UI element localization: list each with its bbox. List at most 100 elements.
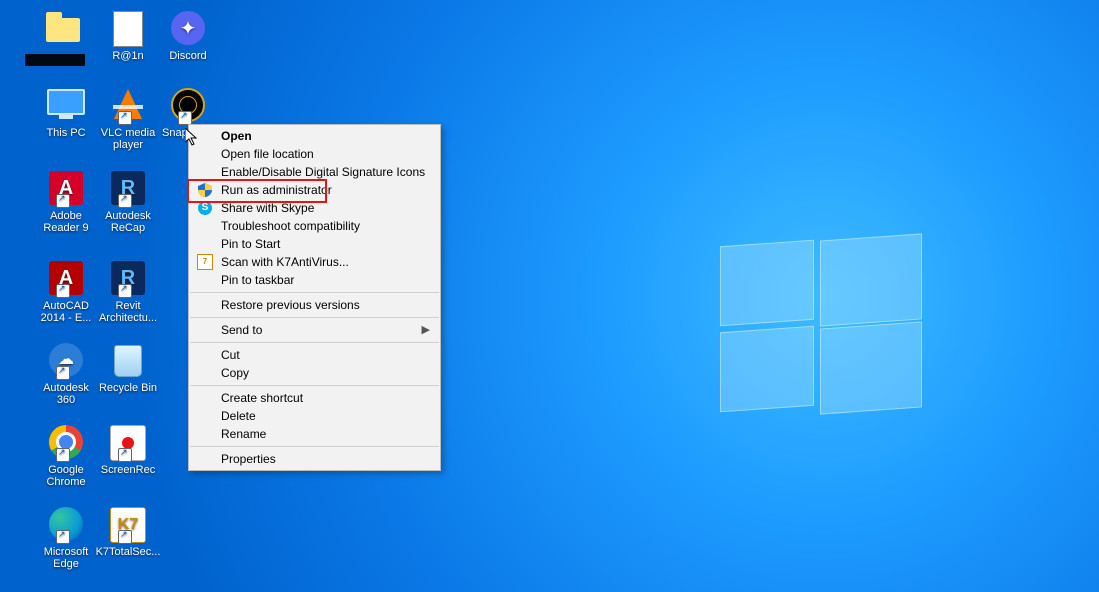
menu-item-copy[interactable]: Copy <box>189 364 440 382</box>
menu-item-label: Create shortcut <box>221 391 303 405</box>
menu-item-label: Open file location <box>221 147 314 161</box>
menu-item-scan-with-k7antivirus[interactable]: 7 Scan with K7AntiVirus... <box>189 253 440 271</box>
blank-icon <box>197 297 213 313</box>
shortcut-arrow-icon <box>178 111 192 125</box>
desktop-icon-screenrec[interactable]: ScreenRec <box>95 422 161 476</box>
vlc-icon <box>108 85 148 125</box>
acad-icon: A <box>46 258 86 298</box>
menu-item-open-file-location[interactable]: Open file location <box>189 145 440 163</box>
desktop-icon-chrome[interactable]: Google Chrome <box>33 422 99 488</box>
desktop-icon-label: Microsoft Edge <box>33 546 99 570</box>
desktop-icon-label: Discord <box>155 50 221 62</box>
menu-item-label: Send to <box>221 323 262 337</box>
desktop-icon-k7[interactable]: K7K7TotalSec... <box>95 504 161 558</box>
blank-icon <box>197 236 213 252</box>
menu-separator <box>190 342 439 343</box>
menu-item-label: Restore previous versions <box>221 298 360 312</box>
recycle-icon <box>108 340 148 380</box>
revit-icon: R <box>108 258 148 298</box>
desktop-icon-r01n[interactable]: R@1n <box>95 8 161 62</box>
menu-separator <box>190 446 439 447</box>
k7-icon: 7 <box>197 254 213 270</box>
desktop-icon-adobe[interactable]: AAdobe Reader 9 <box>33 168 99 234</box>
blank-icon <box>197 272 213 288</box>
desktop-icon-discord[interactable]: ✦Discord <box>155 8 221 62</box>
shortcut-arrow-icon <box>56 448 70 462</box>
blank-icon <box>197 164 213 180</box>
thispc-icon <box>46 85 86 125</box>
menu-item-run-as-administrator[interactable]: Run as administrator <box>189 181 440 199</box>
shortcut-arrow-icon <box>56 530 70 544</box>
menu-item-properties[interactable]: Properties <box>189 450 440 468</box>
submenu-arrow-icon: ▶ <box>422 321 430 339</box>
menu-item-send-to[interactable]: Send to ▶ <box>189 321 440 339</box>
menu-item-label: Pin to taskbar <box>221 273 294 287</box>
menu-item-troubleshoot-compatibility[interactable]: Troubleshoot compatibility <box>189 217 440 235</box>
windows-logo-background <box>720 243 920 413</box>
menu-item-label: Troubleshoot compatibility <box>221 219 360 233</box>
menu-item-label: Pin to Start <box>221 237 280 251</box>
blank-icon <box>197 408 213 424</box>
blank-icon <box>197 146 213 162</box>
a360-icon: ☁ <box>46 340 86 380</box>
skype-icon: S <box>197 200 213 216</box>
menu-item-open[interactable]: Open <box>189 127 440 145</box>
context-menu: Open Open file location Enable/Disable Dig… <box>188 124 441 471</box>
menu-item-label: Scan with K7AntiVirus... <box>221 255 349 269</box>
menu-item-enable-disable-digital-signature-icons[interactable]: Enable/Disable Digital Signature Icons <box>189 163 440 181</box>
shortcut-arrow-icon <box>118 284 132 298</box>
desktop-icon-label: Autodesk 360 <box>33 382 99 406</box>
menu-item-label: Delete <box>221 409 256 423</box>
blank1-icon <box>46 8 86 48</box>
menu-item-create-shortcut[interactable]: Create shortcut <box>189 389 440 407</box>
desktop-icon-blank1[interactable] <box>33 8 99 50</box>
menu-separator <box>190 385 439 386</box>
blank-icon <box>197 218 213 234</box>
blank-icon <box>197 347 213 363</box>
menu-item-delete[interactable]: Delete <box>189 407 440 425</box>
blank-icon <box>197 451 213 467</box>
desktop-icon-recycle[interactable]: Recycle Bin <box>95 340 161 394</box>
k7-icon: K7 <box>108 504 148 544</box>
screenrec-icon <box>108 422 148 462</box>
shortcut-arrow-icon <box>118 194 132 208</box>
recap-icon: R <box>108 168 148 208</box>
desktop-icon-edge[interactable]: Microsoft Edge <box>33 504 99 570</box>
desktop-icon-vlc[interactable]: VLC media player <box>95 85 161 151</box>
desktop-icon-label: Autodesk ReCap <box>95 210 161 234</box>
desktop-icon-label: Recycle Bin <box>95 382 161 394</box>
menu-item-label: Run as administrator <box>221 183 332 197</box>
shortcut-arrow-icon <box>118 111 132 125</box>
desktop-icon-recap[interactable]: RAutodesk ReCap <box>95 168 161 234</box>
mouse-cursor-icon <box>185 128 201 148</box>
windows-desktop[interactable]: R@1n✦DiscordThis PCVLC media playerSnap … <box>0 0 1099 592</box>
desktop-icon-a360[interactable]: ☁Autodesk 360 <box>33 340 99 406</box>
desktop-icon-thispc[interactable]: This PC <box>33 85 99 139</box>
menu-item-pin-to-start[interactable]: Pin to Start <box>189 235 440 253</box>
menu-separator <box>190 317 439 318</box>
blank-icon <box>197 390 213 406</box>
adobe-icon: A <box>46 168 86 208</box>
desktop-icon-label: Google Chrome <box>33 464 99 488</box>
desktop-icon-label: AutoCAD 2014 - E... <box>33 300 99 324</box>
menu-item-share-with-skype[interactable]: S Share with Skype <box>189 199 440 217</box>
snapcam-icon <box>168 85 208 125</box>
desktop-icon-label: This PC <box>33 127 99 139</box>
desktop-icon-label: VLC media player <box>95 127 161 151</box>
desktop-icon-acad[interactable]: AAutoCAD 2014 - E... <box>33 258 99 324</box>
desktop-icon-label: ScreenRec <box>95 464 161 476</box>
edge-icon <box>46 504 86 544</box>
r01n-icon <box>108 8 148 48</box>
blank-icon <box>197 426 213 442</box>
desktop-icon-revit[interactable]: RRevit Architectu... <box>95 258 161 324</box>
menu-item-label: Enable/Disable Digital Signature Icons <box>221 165 425 179</box>
menu-item-label: Properties <box>221 452 276 466</box>
shortcut-arrow-icon <box>56 194 70 208</box>
menu-item-rename[interactable]: Rename <box>189 425 440 443</box>
menu-item-cut[interactable]: Cut <box>189 346 440 364</box>
menu-item-restore-previous-versions[interactable]: Restore previous versions <box>189 296 440 314</box>
menu-item-label: Open <box>221 129 252 143</box>
menu-item-pin-to-taskbar[interactable]: Pin to taskbar <box>189 271 440 289</box>
menu-item-label: Share with Skype <box>221 201 314 215</box>
blank-icon <box>197 322 213 338</box>
